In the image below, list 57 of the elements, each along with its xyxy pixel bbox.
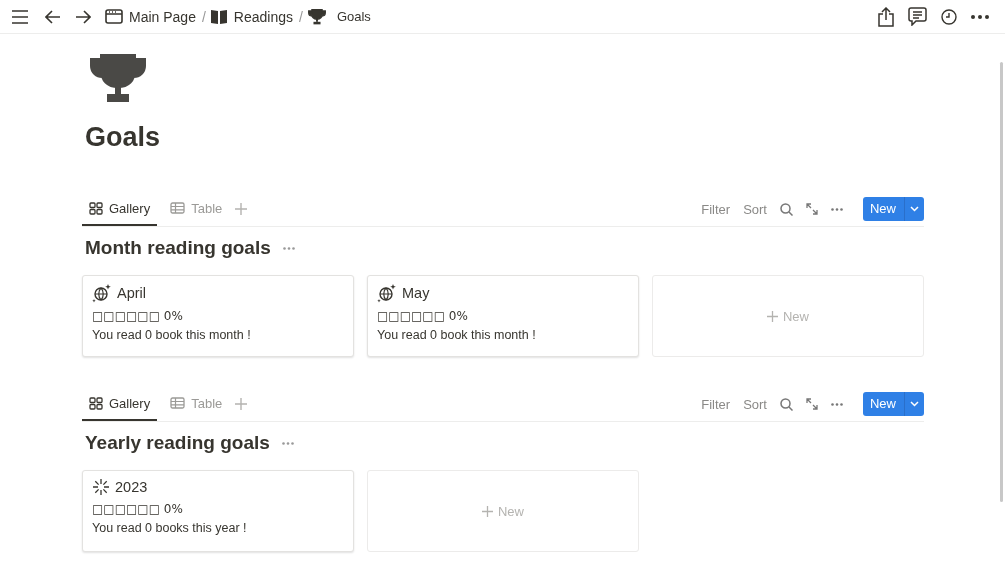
page-title: Goals: [85, 122, 162, 154]
progress-text: □□□□□□ 0%: [92, 309, 184, 323]
card-note: You read 0 book this month !: [377, 328, 537, 342]
expand-arrows-icon[interactable]: [806, 398, 818, 410]
section-heading: Yearly reading goals: [85, 432, 270, 454]
more-icon[interactable]: [971, 14, 989, 19]
toolbar-button[interactable]: Sort: [743, 201, 767, 217]
globe-sparkle-icon: [377, 283, 397, 303]
caret-icon: [910, 401, 919, 407]
breadcrumb-link[interactable]: Main Page: [129, 8, 196, 25]
view-tab[interactable]: Table: [163, 387, 230, 421]
gallery-icon: [89, 396, 103, 410]
search-icon[interactable]: [780, 202, 793, 216]
card-note: You read 0 book this month !: [92, 328, 252, 342]
card-title: April: [117, 285, 146, 301]
expand-arrows-icon[interactable]: [806, 203, 818, 215]
plus-icon: [482, 505, 493, 517]
new-card-button[interactable]: New: [652, 275, 924, 357]
card-note: You read 0 books this year !: [92, 521, 248, 535]
book-icon: [209, 8, 228, 25]
gallery-icon: [89, 201, 103, 215]
section-heading: Month reading goals: [85, 237, 271, 259]
sparkle-icon: [92, 478, 110, 496]
share-icon[interactable]: [878, 6, 894, 27]
clock-icon[interactable]: [941, 8, 957, 25]
caret-icon: [910, 206, 919, 212]
table-icon: [170, 202, 186, 214]
breadcrumb-separator: /: [201, 8, 206, 25]
table-icon: [170, 397, 186, 409]
trophy-icon: [306, 8, 327, 25]
progress-text: □□□□□□ 0%: [377, 309, 469, 323]
plus-icon: [767, 310, 778, 322]
card-title: May: [402, 285, 430, 301]
comment-icon[interactable]: [908, 7, 927, 26]
toolbar-button[interactable]: Sort: [743, 396, 767, 412]
search-icon[interactable]: [780, 397, 793, 411]
gallery-card[interactable]: April □□□□□□ 0% You read 0 book this month !: [82, 275, 354, 357]
globe-sparkle-icon: [92, 283, 112, 303]
toolbar-button[interactable]: Filter: [701, 201, 731, 217]
toolbar-button[interactable]: Filter: [701, 396, 731, 412]
forward-arrow-icon[interactable]: [75, 9, 91, 24]
breadcrumb-separator: /: [299, 8, 303, 25]
view-tab[interactable]: Gallery: [82, 192, 158, 226]
view-tab[interactable]: Table: [163, 192, 230, 226]
breadcrumb-link[interactable]: Readings: [233, 8, 293, 25]
progress-text: □□□□□□ 0%: [92, 502, 184, 516]
scrollbar[interactable]: [1000, 62, 1003, 502]
browser-window-icon: [105, 9, 123, 24]
back-arrow-icon[interactable]: [45, 9, 61, 24]
new-card-button[interactable]: New: [367, 470, 639, 552]
view-tab[interactable]: Gallery: [82, 387, 158, 421]
gallery-card[interactable]: May □□□□□□ 0% You read 0 book this month !: [367, 275, 639, 357]
card-title: 2023: [115, 479, 148, 495]
menu-icon[interactable]: [11, 9, 29, 24]
breadcrumb-link[interactable]: Goals: [336, 9, 371, 24]
gallery-card[interactable]: 2023 □□□□□□ 0% You read 0 books this year !: [82, 470, 354, 552]
trophy-icon: [88, 54, 148, 104]
